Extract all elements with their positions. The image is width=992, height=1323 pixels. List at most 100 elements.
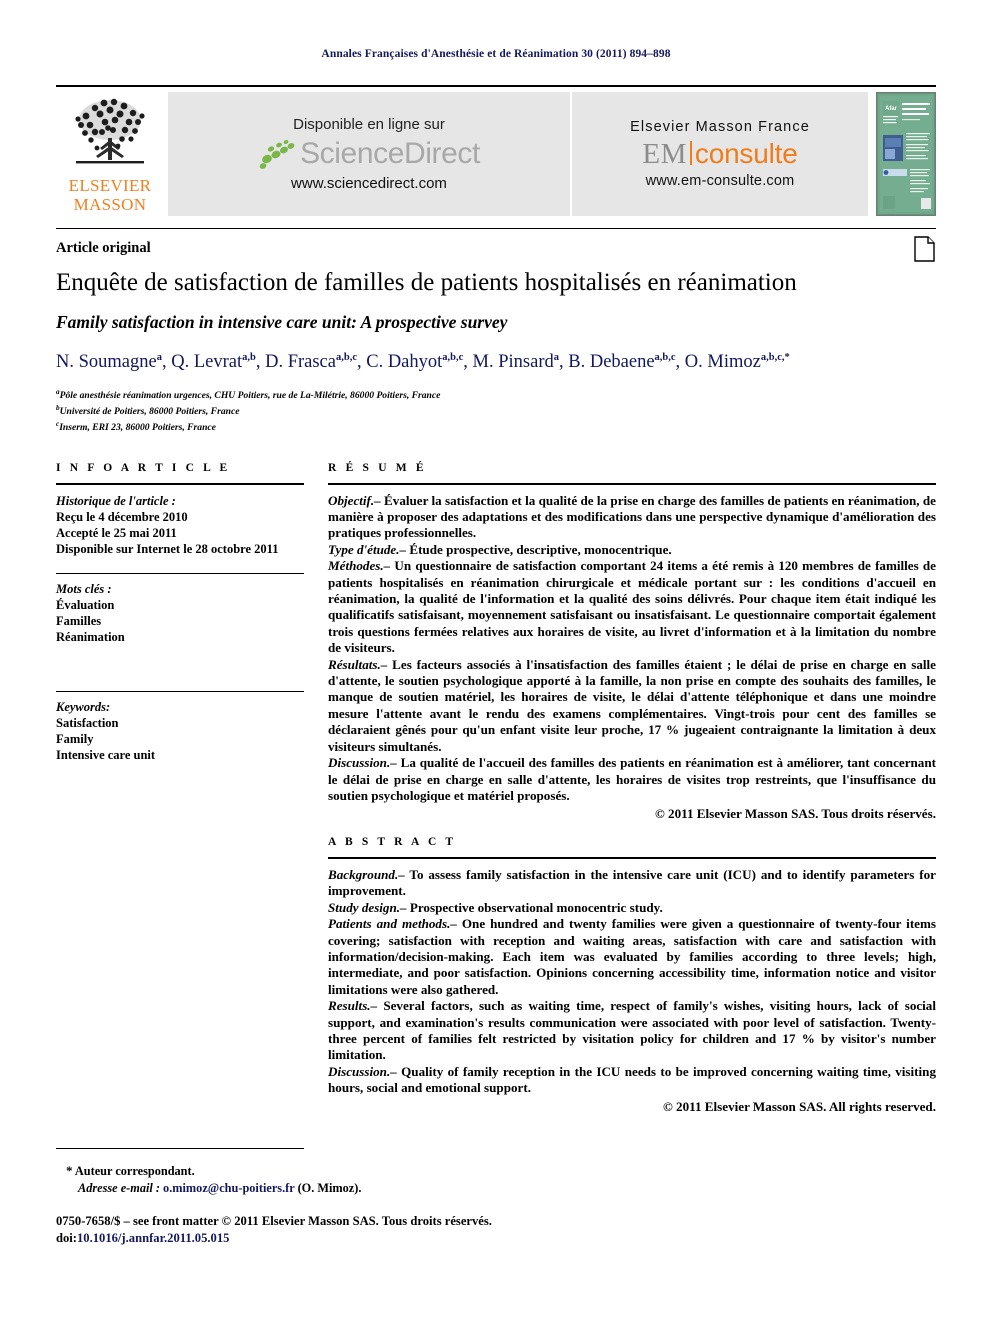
resume-rule <box>328 483 936 485</box>
author-affiliation-marker: a,b,c <box>442 352 464 363</box>
title-top-rule <box>56 228 936 229</box>
motscle-item: Familles <box>56 613 102 628</box>
abstract-section-label: Discussion.– <box>328 755 397 771</box>
email-owner: (O. Mimoz). <box>297 1181 362 1195</box>
keywords-rule <box>56 690 304 693</box>
info-article-heading: I N F O A R T I C L E <box>56 462 231 474</box>
elsevier-tree-icon <box>75 98 145 164</box>
abstract-section-label: Patients and methods.– <box>328 916 457 932</box>
abstract-section-label: Background.– <box>328 866 405 882</box>
abstract-paragraph: Results.– Several factors, such as waiti… <box>328 998 936 1063</box>
doi-link[interactable]: 10.1016/j.annfar.2011.05.015 <box>77 1231 229 1245</box>
author-name: C. Dahyot <box>366 352 443 373</box>
author-affiliation-marker: a,b,c,* <box>760 352 790 363</box>
abstract-paragraph: Résultats.– Les facteurs associés à l'in… <box>328 656 936 754</box>
author-name: B. Debaene <box>568 352 655 373</box>
author-name: Q. Levrat <box>171 352 243 373</box>
keyword-item: Intensive care unit <box>56 748 156 763</box>
corresponding-marker: * <box>66 1163 73 1178</box>
author-affiliation-marker: a <box>553 352 559 363</box>
abstract-section-label: Type d'étude.– <box>328 541 407 557</box>
keyword-item: Family <box>56 732 94 747</box>
resume-copyright: © 2011 Elsevier Masson SAS. Tous droits … <box>654 806 936 822</box>
abstract-copyright: © 2011 Elsevier Masson SAS. All rights r… <box>663 1098 936 1114</box>
author-affiliation-marker: a,b <box>242 352 256 363</box>
sciencedirect-caption: Disponible en ligne sur <box>293 116 445 133</box>
abstract-section-label: Discussion.– <box>328 1063 397 1079</box>
history-line: Accepté le 25 mai 2011 <box>56 525 177 540</box>
abstract-paragraph: Discussion.– Quality of family reception… <box>328 1063 936 1096</box>
footer-rule <box>56 1148 304 1150</box>
resume-heading: R É S U M É <box>328 462 427 474</box>
emconsulte-panel: Elsevier Masson France EM consulte www.e… <box>572 92 868 216</box>
abstract-paragraph: Discussion.– La qualité de l'accueil des… <box>328 755 936 803</box>
affiliation-list: aPôle anesthésie réanimation urgences, C… <box>56 386 936 435</box>
abstract-section-label: Résultats.– <box>328 656 388 672</box>
corresponding-label: Auteur correspondant. <box>74 1164 195 1178</box>
journal-cover-image: Afar <box>877 93 935 215</box>
emconsulte-wordmark-suffix: consulte <box>694 138 798 169</box>
author-affiliation-marker: a <box>156 352 162 363</box>
article-first-page: Annales Françaises d'Anesthésie et de Ré… <box>0 0 992 1323</box>
motscles-list: Évaluation Familles Réanimation <box>56 597 304 645</box>
history-label: Historique de l'article : <box>56 493 176 508</box>
emconsulte-url[interactable]: www.em-consulte.com <box>646 173 795 189</box>
imprint-block: 0750-7658/$ – see front matter © 2011 El… <box>56 1213 936 1247</box>
sciencedirect-wordmark: ScienceDirect <box>300 137 480 170</box>
keywords-label: Keywords: <box>56 700 111 715</box>
abstract-rule <box>328 857 936 859</box>
emconsulte-logo: EM consulte <box>642 138 797 170</box>
abstract-paragraph: Background.– To assess family satisfacti… <box>328 866 936 899</box>
info-article-rule <box>56 483 304 485</box>
abstract-paragraph: Type d'étude.– Étude prospective, descri… <box>328 541 672 557</box>
elsevier-wordmark-line2: MASSON <box>73 195 147 214</box>
emconsulte-wordmark-prefix: EM <box>642 138 687 170</box>
journal-cover-thumbnail: Afar <box>876 92 936 216</box>
motscle-item: Évaluation <box>56 597 115 612</box>
sciencedirect-panel: Disponible en ligne sur ScienceDirect ww… <box>168 92 570 216</box>
author-name: N. Soumagne <box>56 352 157 373</box>
author-list: N. Soumagnea, Q. Levrata,b, D. Frascaa,b… <box>56 352 790 373</box>
corresponding-author-note: * Auteur correspondant. Adresse e-mail :… <box>66 1162 666 1197</box>
emconsulte-divider <box>689 141 692 165</box>
history-line: Reçu le 4 décembre 2010 <box>56 509 188 524</box>
affiliation-item: aPôle anesthésie réanimation urgences, C… <box>56 388 441 402</box>
history-lines: Reçu le 4 décembre 2010 Accepté le 25 ma… <box>56 509 304 557</box>
document-icon[interactable] <box>914 236 936 267</box>
author-name: O. Mimoz <box>684 352 761 373</box>
abstract-paragraph: Study design.– Prospective observational… <box>328 899 663 915</box>
doi-prefix: doi: <box>56 1231 77 1245</box>
elsevier-wordmark-line1: ELSEVIER <box>68 176 152 195</box>
svg-text:Afar: Afar <box>885 106 898 112</box>
motscles-rule <box>56 572 304 574</box>
abstract-section-label: Méthodes.– <box>328 558 391 574</box>
info-article-column: I N F O A R T I C L E Historique de l'ar… <box>56 462 304 763</box>
abstracts-column: R É S U M É Objectif.– Évaluer la satisf… <box>328 462 936 1115</box>
email-label: Adresse e-mail : <box>78 1181 160 1195</box>
keyword-item: Satisfaction <box>56 716 119 731</box>
imprint-line: 0750-7658/$ – see front matter © 2011 El… <box>56 1214 492 1228</box>
keywords-list: Satisfaction Family Intensive care unit <box>56 715 304 763</box>
affiliation-item: cInserm, ERI 23, 86000 Poitiers, France <box>56 420 216 434</box>
publisher-banner: ELSEVIER MASSON Disponible en ligne sur <box>56 92 936 216</box>
running-head: Annales Françaises d'Anesthésie et de Ré… <box>321 48 671 60</box>
page-subtitle: Family satisfaction in intensive care un… <box>56 312 508 332</box>
abstract-paragraph: Méthodes.– Un questionnaire de satisfact… <box>328 558 936 656</box>
author-affiliation-marker: a,b,c <box>654 352 676 363</box>
author-name: D. Frasca <box>265 352 336 373</box>
sciencedirect-logo: ScienceDirect <box>258 137 480 171</box>
motscle-item: Réanimation <box>56 629 125 644</box>
abstract-section-label: Results.– <box>328 998 378 1014</box>
author-affiliation-marker: a,b,c <box>335 352 357 363</box>
sciencedirect-url[interactable]: www.sciencedirect.com <box>291 175 447 192</box>
sciencedirect-leaf-icon <box>259 139 295 169</box>
email-link[interactable]: o.mimoz@chu-poitiers.fr <box>163 1181 294 1195</box>
abstract-section-label: Objectif.– <box>328 492 381 508</box>
abstract-paragraph: Objectif.– Évaluer la satisfaction et la… <box>328 492 936 541</box>
affiliation-item: bUniversité de Poitiers, 86000 Poitiers,… <box>56 404 240 418</box>
abstract-body: Background.– To assess family satisfacti… <box>328 867 936 1097</box>
history-line: Disponible sur Internet le 28 octobre 20… <box>56 541 279 556</box>
abstract-heading: A B S T R A C T <box>328 836 457 849</box>
